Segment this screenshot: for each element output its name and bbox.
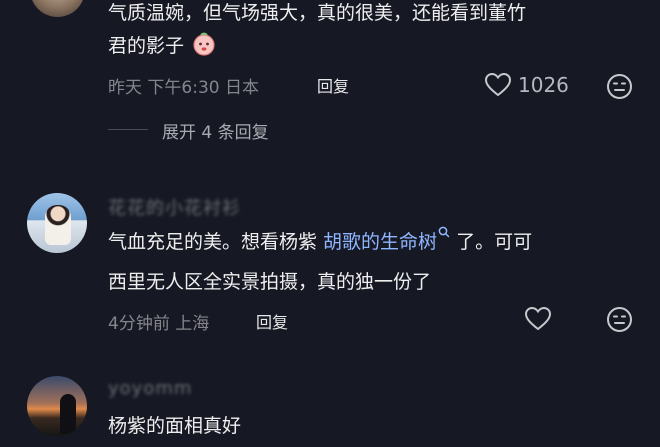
comment-text-line: 西里无人区全实景拍摄，真的独一份了 xyxy=(108,271,432,293)
username[interactable]: 花花的小花衬衫 xyxy=(108,194,241,220)
divider xyxy=(108,129,148,130)
comment-text-line: 君的影子 xyxy=(108,35,185,57)
comment-text-line: 气血充足的美。想看杨紫 xyxy=(108,231,324,253)
avatar-figure xyxy=(60,394,76,434)
comment-meta: 4分钟前 上海 xyxy=(108,314,210,334)
username[interactable]: yoyomm xyxy=(108,378,192,399)
heart-icon[interactable] xyxy=(524,306,552,332)
like-count: 1026 xyxy=(518,73,569,97)
comment-text: 君的影子 xyxy=(108,30,216,63)
comment-text: 西里无人区全实景拍摄，真的独一份了 xyxy=(108,266,431,299)
reply-button[interactable]: 回复 xyxy=(317,73,349,97)
comment-text: 杨紫的面相真好 xyxy=(108,410,241,443)
dislike-face-icon[interactable] xyxy=(606,306,633,333)
reply-button[interactable]: 回复 xyxy=(256,309,288,333)
avatar[interactable] xyxy=(27,376,87,436)
dislike-face-icon[interactable] xyxy=(606,73,633,100)
comment-text-line: 杨紫的面相真好 xyxy=(108,415,242,437)
avatar-figure xyxy=(45,205,71,245)
comment-meta: 昨天 下午6:30 日本 xyxy=(108,78,259,98)
heart-icon[interactable] xyxy=(484,72,512,98)
avatar[interactable] xyxy=(27,193,87,253)
avatar[interactable] xyxy=(30,0,85,17)
expand-replies-button[interactable]: 展开 4 条回复 xyxy=(162,118,269,143)
peach-face-icon xyxy=(193,32,215,56)
comment-text-line: 了。可可 xyxy=(450,231,533,253)
search-link[interactable]: 胡歌的生命树 xyxy=(323,231,437,253)
comment-text-line: 气质温婉，但气场强大，真的很美，还能看到董竹 xyxy=(108,2,527,24)
comment-text: 气质温婉，但气场强大，真的很美，还能看到董竹 xyxy=(108,0,526,30)
comment-text: 气血充足的美。想看杨紫 胡歌的生命树 了。可可 xyxy=(108,226,532,259)
search-icon[interactable] xyxy=(438,226,450,240)
